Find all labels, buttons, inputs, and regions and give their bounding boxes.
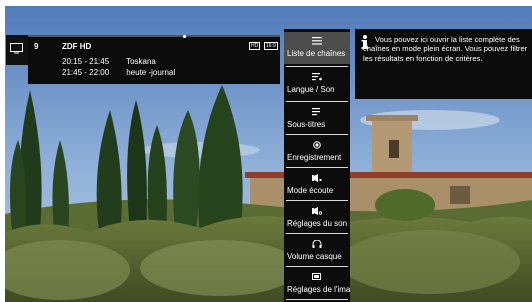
menu-divider [286, 266, 348, 267]
menu-item-label: Mode écoute [287, 186, 334, 195]
subtitles-icon [312, 108, 320, 116]
menu-item-label: Volume casque [287, 252, 342, 261]
programme-title: heute -journal [126, 68, 176, 77]
menu-item-sound-mode[interactable]: Mode écoute [284, 169, 350, 201]
sound-settings-icon [312, 207, 322, 215]
tv-mode-button[interactable] [6, 35, 28, 65]
programme-row: 21:45 - 22:00 heute -journal [62, 68, 175, 77]
menu-divider [286, 299, 348, 300]
frame-edge-left [0, 0, 5, 302]
menu-item-subtitles[interactable]: Sous-titres [284, 103, 350, 135]
menu-item-label: Réglages du son [287, 219, 348, 228]
programme-progress-bar [28, 35, 280, 37]
channel-name: ZDF HD [62, 42, 92, 51]
menu-item-audio-language[interactable]: Langue / Son [284, 68, 350, 100]
programme-time: 20:15 - 21:45 [62, 57, 110, 66]
tv-screen: 9 ZDF HD HD 16:9 20:15 - 21:45 Toskana 2… [0, 0, 532, 302]
menu-item-label: Liste de chaînes [287, 49, 346, 58]
frame-edge-top [0, 0, 532, 6]
tooltip-text: Vous pouvez ici ouvrir la liste complète… [363, 35, 530, 63]
picture-settings-icon [312, 273, 321, 280]
programme-title: Toskana [126, 57, 156, 66]
menu-divider [286, 66, 348, 67]
programme-progress-marker [183, 35, 186, 38]
programme-time: 21:45 - 22:00 [62, 68, 110, 77]
tooltip-message: Vous pouvez ici ouvrir la liste complète… [363, 35, 528, 63]
headphone-icon [312, 240, 322, 248]
programme-row: 20:15 - 21:45 Toskana [62, 57, 156, 66]
menu-divider [286, 233, 348, 234]
menu-item-label: Enregistrement [287, 153, 342, 162]
sound-mode-icon [312, 174, 322, 182]
record-icon [313, 141, 321, 149]
menu-item-recording[interactable]: Enregistrement [284, 136, 350, 168]
channel-number: 9 [34, 42, 39, 51]
tv-icon [10, 43, 23, 54]
menu-item-picture-settings[interactable]: Réglages de l'image [284, 268, 350, 300]
audio-language-icon [312, 73, 322, 81]
menu-item-label: Langue / Son [287, 85, 335, 94]
menu-item-label: Réglages de l'image [287, 285, 350, 294]
menu-item-label: Sous-titres [287, 120, 326, 129]
menu-divider [286, 200, 348, 201]
channel-info-banner: 9 ZDF HD HD 16:9 20:15 - 21:45 Toskana 2… [28, 35, 280, 84]
menu-divider [286, 101, 348, 102]
menu-item-sound-settings[interactable]: Réglages du son [284, 202, 350, 234]
hd-badge: HD [249, 42, 261, 50]
options-menu: Liste de chaînes Langue / Son Sous-titre… [284, 29, 350, 302]
list-icon [312, 37, 322, 45]
menu-divider [286, 134, 348, 135]
menu-item-headphone-volume[interactable]: Volume casque [284, 235, 350, 267]
menu-divider [286, 167, 348, 168]
help-tooltip: Vous pouvez ici ouvrir la liste complète… [355, 29, 532, 99]
menu-item-channel-list[interactable]: Liste de chaînes [284, 32, 350, 64]
aspect-badge: 16:9 [264, 42, 278, 50]
